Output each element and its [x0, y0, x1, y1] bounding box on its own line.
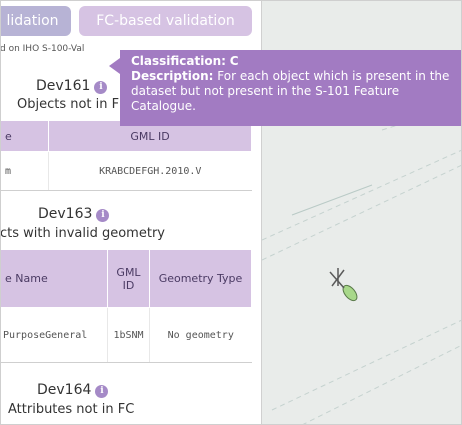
map-route-line	[261, 164, 462, 261]
tooltip-classification-line: Classification: C	[131, 54, 452, 69]
info-icon[interactable]: i	[96, 209, 110, 222]
dev163-subtitle: cts with invalid geometry	[0, 226, 165, 241]
cell-name: m	[0, 151, 49, 191]
dev163-title: Dev163 i	[38, 206, 110, 222]
map-route-line	[301, 344, 462, 425]
dev163-code: Dev163	[38, 206, 93, 222]
info-icon[interactable]: i	[95, 385, 109, 398]
dev164-subtitle: Attributes not in FC	[8, 402, 135, 417]
cell-geometry-type: No geometry	[149, 307, 252, 363]
based-on-text: d on IHO S-100-Val	[0, 44, 85, 54]
column-header-name: e	[0, 120, 49, 152]
map-route-line	[261, 149, 462, 241]
dev164-title: Dev164 i	[37, 382, 109, 398]
dev161-table: e GML ID m KRABCDEFGH.2010.V	[0, 120, 252, 191]
tab-validation[interactable]: lidation	[0, 6, 71, 36]
tab-validation-label: lidation	[6, 13, 59, 29]
dev161-subtitle: Objects not in F	[17, 97, 120, 112]
tooltip-arrow	[109, 58, 120, 74]
classification-tooltip: Classification: C Description: For each …	[120, 50, 462, 126]
dev161-code: Dev161	[36, 78, 91, 94]
table-row[interactable]: m KRABCDEFGH.2010.V	[0, 151, 252, 191]
tooltip-description-line: Description: For each object which is pr…	[131, 69, 452, 114]
info-icon[interactable]: i	[94, 81, 108, 94]
cell-gml-id: KRABCDEFGH.2010.V	[48, 151, 252, 191]
column-header-geometry-type: Geometry Type	[149, 249, 252, 308]
cell-gml-id: 1bSNM	[107, 307, 150, 363]
tab-fc-based-validation[interactable]: FC-based validation	[79, 6, 252, 36]
tooltip-classification-value: C	[229, 54, 239, 68]
map-label-line	[291, 184, 373, 216]
column-header-name: e Name	[0, 249, 108, 308]
cell-name: PurposeGeneral	[0, 307, 108, 363]
map-route-line	[271, 319, 462, 411]
dev164-code: Dev164	[37, 382, 92, 398]
dev161-title: Dev161 i	[36, 78, 108, 94]
app-window: lidation FC-based validation d on IHO S-…	[0, 0, 462, 425]
buoy-icon[interactable]	[329, 268, 360, 303]
table-row[interactable]: PurposeGeneral 1bSNM No geometry	[0, 307, 252, 363]
tab-fc-based-validation-label: FC-based validation	[96, 13, 235, 29]
dev163-table: e Name GML ID Geometry Type PurposeGener…	[0, 249, 252, 363]
tooltip-classification-label: Classification:	[131, 54, 226, 68]
tooltip-description-label: Description:	[131, 69, 214, 83]
column-header-gml-id: GML ID	[107, 249, 150, 308]
